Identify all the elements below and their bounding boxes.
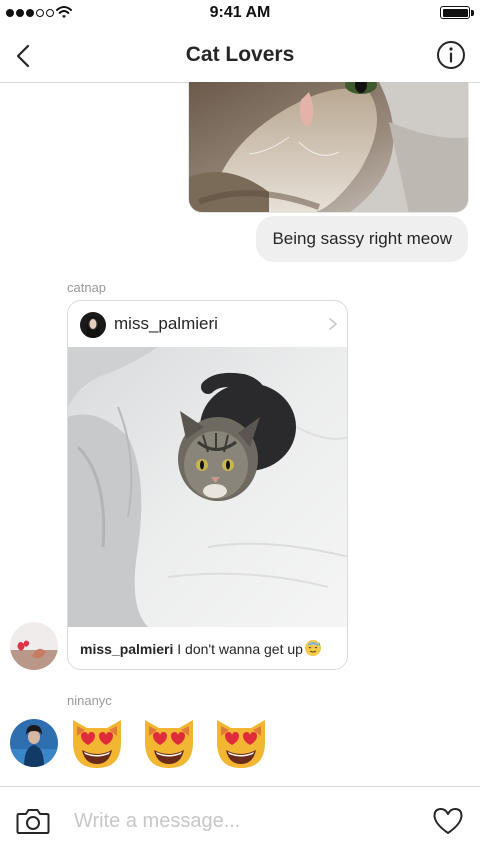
- sender-name: catnap: [67, 280, 107, 295]
- caption-text: I don't wanna get up: [177, 641, 303, 657]
- sent-text-message[interactable]: Being sassy right meow: [256, 216, 468, 262]
- heart-icon[interactable]: [432, 806, 464, 836]
- status-bar: 9:41 AM: [0, 0, 480, 28]
- shared-post-photo[interactable]: [68, 347, 347, 627]
- conversation-header: Cat Lovers: [0, 28, 480, 83]
- message-text: Being sassy right meow: [272, 229, 452, 248]
- shared-post-card[interactable]: miss_palmieri miss_palmieri I don't wann…: [67, 300, 348, 670]
- message-input[interactable]: [74, 805, 404, 837]
- sender-avatar[interactable]: [10, 622, 58, 670]
- shared-post-header[interactable]: miss_palmieri: [68, 301, 347, 347]
- conversation-title: Cat Lovers: [185, 43, 295, 66]
- emoji-message[interactable]: [67, 712, 271, 772]
- shared-post-caption: miss_palmieri I don't wanna get up: [80, 639, 322, 657]
- post-author-avatar: [80, 312, 106, 338]
- cat-closeup-photo: [189, 82, 468, 212]
- sweat-smile-emoji-icon: [304, 640, 321, 656]
- info-icon[interactable]: [436, 40, 466, 70]
- sender-name: ninanyc: [67, 693, 112, 708]
- post-author-username: miss_palmieri: [114, 314, 218, 333]
- chevron-right-icon: [329, 318, 338, 330]
- heart-eyes-cat-emoji-icon: [217, 720, 265, 768]
- battery-icon: [440, 6, 474, 19]
- status-time: 9:41 AM: [209, 4, 271, 21]
- sender-avatar[interactable]: [10, 719, 58, 767]
- heart-eyes-cat-emoji-icon: [145, 720, 193, 768]
- caption-username: miss_palmieri: [80, 641, 174, 657]
- cat-on-bed-photo: [68, 347, 347, 627]
- heart-eyes-cat-emoji-icon: [73, 720, 121, 768]
- message-composer: [0, 786, 480, 855]
- camera-icon[interactable]: [16, 807, 50, 835]
- sent-photo-message[interactable]: [188, 82, 469, 213]
- back-chevron-icon[interactable]: [12, 42, 36, 70]
